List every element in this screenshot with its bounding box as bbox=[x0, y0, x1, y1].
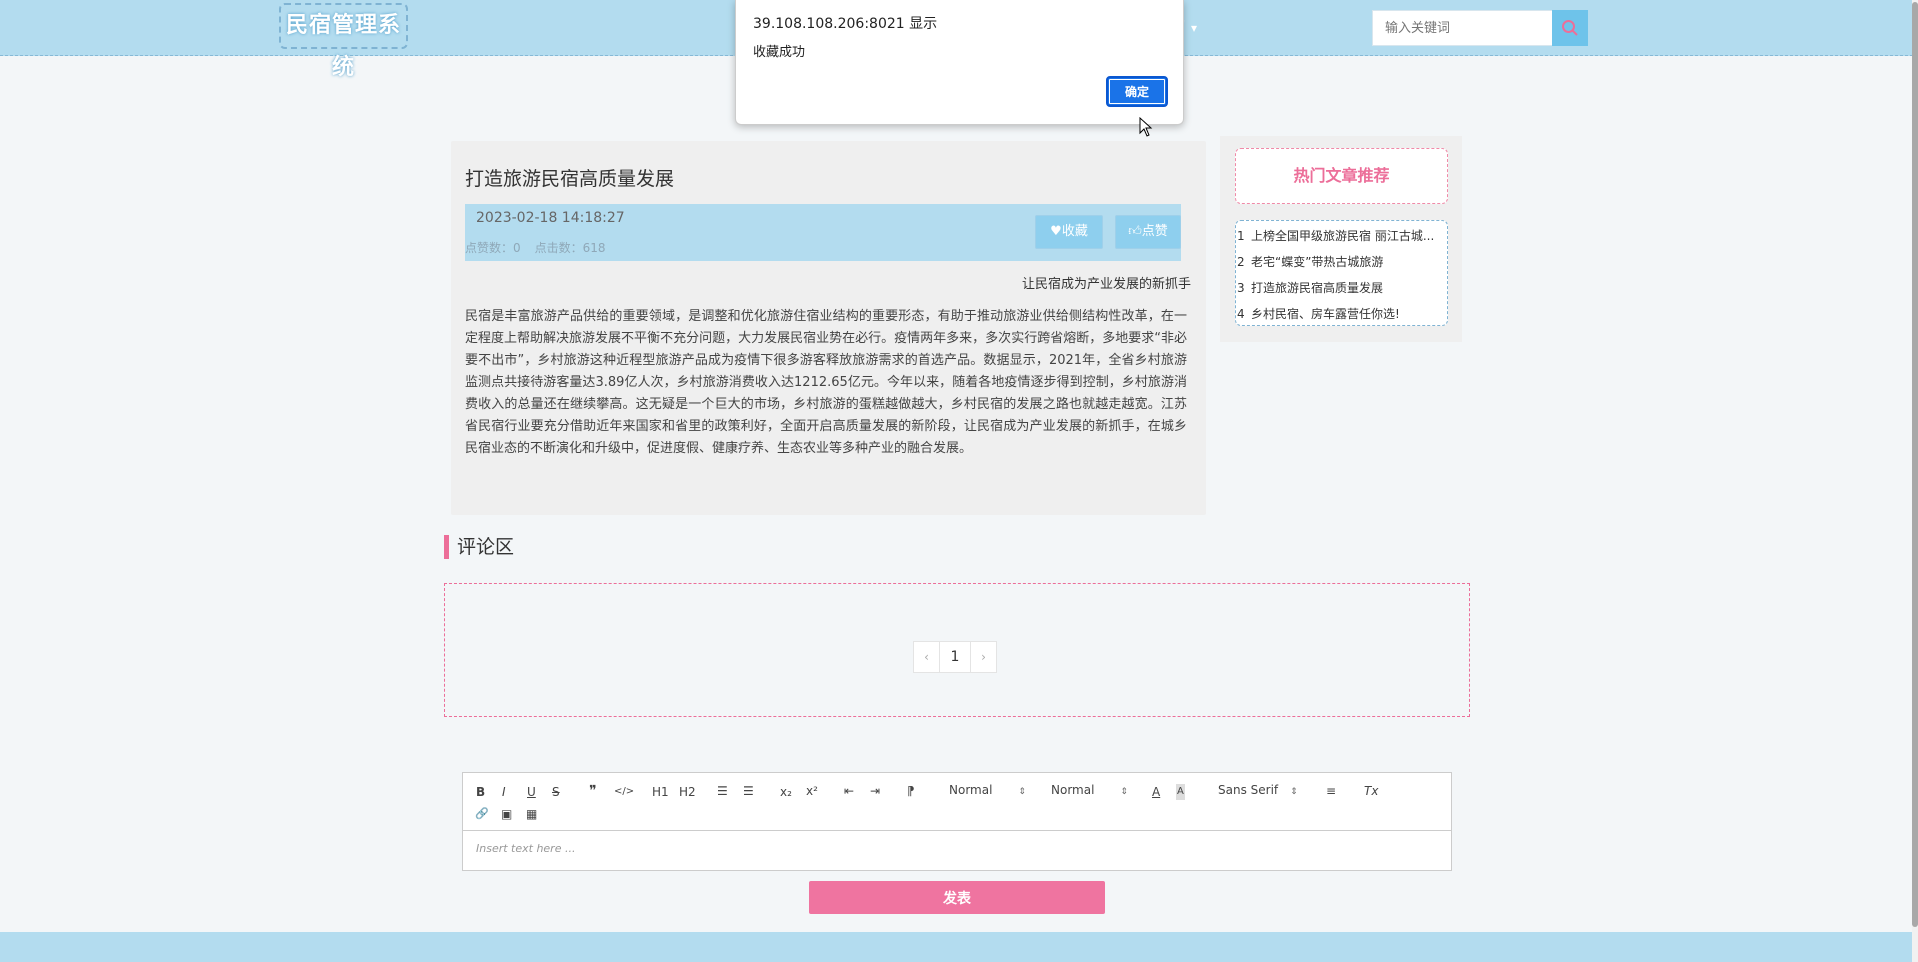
align-button[interactable]: ≡ bbox=[1326, 783, 1336, 799]
video-button[interactable]: ▦ bbox=[526, 806, 537, 822]
heart-icon: ♥ bbox=[1050, 224, 1062, 239]
hot-articles-title: 热门文章推荐 bbox=[1235, 148, 1448, 204]
header-select[interactable]: Normal ⇕ bbox=[1051, 782, 1128, 800]
search-icon bbox=[1562, 20, 1578, 36]
ordered-list-button[interactable]: ☰ bbox=[717, 783, 728, 799]
comments-heading: 评论区 bbox=[444, 535, 514, 559]
blockquote-button[interactable]: ❞ bbox=[589, 783, 597, 799]
outdent-button[interactable]: ⇤ bbox=[844, 783, 854, 799]
pager-next-button[interactable]: › bbox=[970, 641, 997, 673]
pager-prev-button[interactable]: ‹ bbox=[913, 641, 940, 673]
favorite-button[interactable]: ♥收藏 bbox=[1035, 215, 1103, 249]
italic-button[interactable]: I bbox=[502, 784, 506, 800]
site-logo[interactable]: 民宿管理系统 bbox=[279, 3, 408, 80]
text-direction-button[interactable]: ⁋ bbox=[907, 783, 915, 799]
superscript-button[interactable]: x² bbox=[806, 783, 818, 799]
footer-strip bbox=[0, 932, 1918, 962]
article-date: 2023-02-18 14:18:27 bbox=[476, 210, 625, 226]
thumbs-up-icon: 👍︎ bbox=[1128, 224, 1142, 239]
pagination: ‹ 1 › bbox=[913, 641, 997, 673]
favorite-label: 收藏 bbox=[1061, 224, 1088, 239]
mouse-cursor-icon bbox=[1139, 117, 1153, 137]
like-button[interactable]: 👍︎点赞 bbox=[1115, 215, 1181, 249]
font-select[interactable]: Sans Serif ⇕ bbox=[1218, 782, 1298, 800]
hot-articles-list: 1 上榜全国甲级旅游民宿 丽江古城... 2 老宅“蝶变”带热古城旅游 3 打造旅游民… bbox=[1235, 220, 1448, 326]
caret-down-icon: ▾ bbox=[1191, 21, 1198, 35]
bullet-list-button[interactable]: ☰ bbox=[743, 783, 754, 799]
article-title: 打造旅游民宿高质量发展 bbox=[465, 168, 675, 190]
article-stats: 点赞数：0 点击数：618 bbox=[465, 239, 620, 256]
alert-dialog: 39.108.108.206:8021 显示 收藏成功 确定 bbox=[735, 0, 1184, 125]
hot-article-item[interactable]: 2 老宅“蝶变”带热古城旅游 bbox=[1236, 249, 1447, 275]
heading1-button[interactable]: H1 bbox=[652, 784, 669, 800]
like-label: 点赞 bbox=[1141, 224, 1168, 239]
subscript-button[interactable]: x₂ bbox=[780, 784, 792, 800]
background-color-button[interactable]: A bbox=[1176, 784, 1185, 800]
bold-button[interactable]: B bbox=[476, 784, 485, 800]
size-select[interactable]: Normal ⇕ bbox=[949, 782, 1026, 800]
dialog-ok-button[interactable]: 确定 bbox=[1106, 76, 1168, 107]
page-scrollbar[interactable] bbox=[1912, 0, 1918, 962]
strike-button[interactable]: S bbox=[552, 784, 560, 800]
select-arrows-icon: ⇕ bbox=[1018, 787, 1026, 797]
select-arrows-icon: ⇕ bbox=[1120, 787, 1128, 797]
article-subtitle: 让民宿成为产业发展的新抓手 bbox=[1021, 277, 1191, 292]
select-arrows-icon: ⇕ bbox=[1290, 787, 1298, 797]
search-button[interactable] bbox=[1552, 10, 1588, 46]
submit-comment-button[interactable]: 发表 bbox=[809, 881, 1105, 914]
clean-format-button[interactable]: Tx bbox=[1364, 783, 1378, 799]
dialog-title: 39.108.108.206:8021 显示 bbox=[753, 16, 938, 32]
pager-page-1[interactable]: 1 bbox=[940, 641, 970, 673]
scrollbar-thumb[interactable] bbox=[1912, 2, 1918, 927]
image-button[interactable]: ▣ bbox=[501, 806, 512, 822]
hot-article-item[interactable]: 1 上榜全国甲级旅游民宿 丽江古城... bbox=[1236, 223, 1447, 249]
text-color-button[interactable]: A bbox=[1152, 784, 1160, 800]
article-content: 民宿是丰富旅游产品供给的重要领域，是调整和优化旅游住宿业结构的重要形态，有助于推… bbox=[465, 309, 1187, 456]
clicks-count: 点击数：618 bbox=[534, 241, 606, 255]
likes-count: 点赞数：0 bbox=[465, 241, 521, 255]
editor-toolbar: B I U S ❞ </> H1 H2 ☰ ☰ x₂ x² ⇤ ⇥ ⁋ Norm… bbox=[462, 772, 1452, 831]
dialog-message: 收藏成功 bbox=[753, 45, 806, 60]
hot-article-item[interactable]: 3 打造旅游民宿高质量发展 bbox=[1236, 275, 1447, 301]
search-input[interactable] bbox=[1372, 10, 1552, 46]
hot-article-item[interactable]: 4 乡村民宿、房车露营任你选! bbox=[1236, 301, 1447, 327]
indent-button[interactable]: ⇥ bbox=[870, 783, 880, 799]
editor-text-area[interactable]: Insert text here ... bbox=[476, 842, 575, 855]
link-button[interactable]: 🔗 bbox=[475, 806, 489, 822]
underline-button[interactable]: U bbox=[527, 784, 536, 800]
heading2-button[interactable]: H2 bbox=[679, 784, 696, 800]
code-block-button[interactable]: </> bbox=[614, 784, 634, 800]
